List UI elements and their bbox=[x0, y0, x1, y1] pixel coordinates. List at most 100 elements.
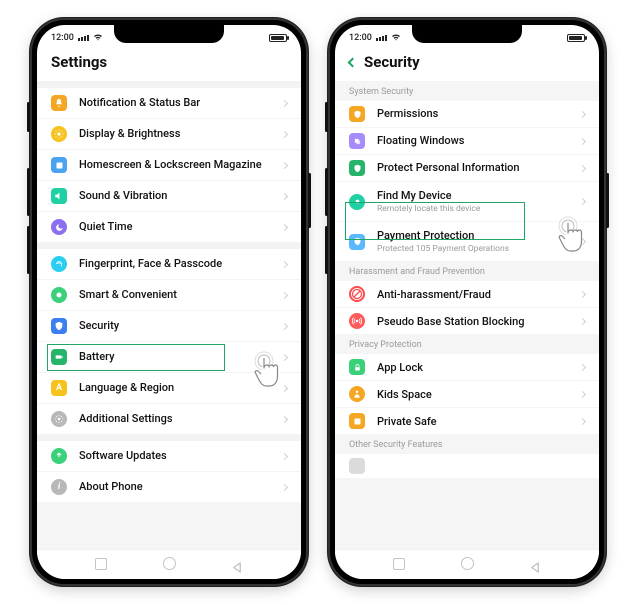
row-label: Kids Space bbox=[377, 388, 574, 401]
chevron-right-icon bbox=[281, 260, 288, 267]
chevron-right-icon bbox=[281, 161, 288, 168]
security-row-anti-harassment[interactable]: Anti-harassment/Fraud bbox=[335, 281, 599, 308]
block-icon bbox=[349, 286, 365, 302]
safe-icon bbox=[349, 413, 365, 429]
settings-row-fingerprint[interactable]: Fingerprint, Face & Passcode bbox=[37, 249, 301, 280]
chevron-right-icon bbox=[281, 192, 288, 199]
row-label: Permissions bbox=[377, 107, 574, 120]
moon-icon bbox=[51, 219, 67, 235]
row-label: Software Updates bbox=[79, 449, 276, 462]
security-row-app-lock[interactable]: App Lock bbox=[335, 354, 599, 381]
page-header: Security bbox=[335, 47, 599, 81]
security-row-partial[interactable] bbox=[335, 454, 599, 478]
wifi-icon bbox=[391, 33, 401, 44]
section-harassment: Harassment and Fraud Prevention bbox=[335, 261, 599, 281]
side-button bbox=[325, 102, 328, 132]
sound-icon bbox=[51, 188, 67, 204]
side-button bbox=[27, 168, 30, 216]
info-icon: i bbox=[51, 479, 67, 495]
settings-row-updates[interactable]: Software Updates bbox=[37, 441, 301, 472]
notch bbox=[412, 25, 522, 43]
signal-icon bbox=[78, 35, 89, 41]
shield-icon bbox=[349, 106, 365, 122]
gear-icon bbox=[51, 411, 67, 427]
row-sublabel: Remotely locate this device bbox=[377, 204, 574, 214]
security-row-payment[interactable]: Payment Protection Protected 105 Payment… bbox=[335, 222, 599, 261]
row-label: Fingerprint, Face & Passcode bbox=[79, 257, 276, 270]
section-privacy: Privacy Protection bbox=[335, 334, 599, 354]
settings-row-battery[interactable]: Battery bbox=[37, 342, 301, 373]
settings-row-smart[interactable]: Smart & Convenient bbox=[37, 280, 301, 311]
page-title: Settings bbox=[51, 53, 107, 71]
row-label: Display & Brightness bbox=[79, 127, 276, 140]
chevron-right-icon bbox=[281, 130, 288, 137]
placeholder-icon bbox=[349, 458, 365, 474]
nav-back-button[interactable] bbox=[530, 558, 541, 569]
nav-bar bbox=[37, 549, 301, 579]
notch bbox=[114, 25, 224, 43]
lock-icon bbox=[349, 359, 365, 375]
settings-row-homescreen[interactable]: Homescreen & Lockscreen Magazine bbox=[37, 150, 301, 181]
shield-icon bbox=[51, 318, 67, 334]
side-button bbox=[27, 226, 30, 274]
section-system-security: System Security bbox=[335, 81, 599, 101]
security-row-protect-info[interactable]: Protect Personal Information bbox=[335, 155, 599, 182]
chevron-right-icon bbox=[281, 291, 288, 298]
signal-icon bbox=[376, 35, 387, 41]
language-icon: A bbox=[51, 380, 67, 396]
nav-home-button[interactable] bbox=[461, 557, 474, 570]
security-row-kids-space[interactable]: Kids Space bbox=[335, 381, 599, 408]
settings-row-sound[interactable]: Sound & Vibration bbox=[37, 181, 301, 212]
section-other: Other Security Features bbox=[335, 434, 599, 454]
security-row-pseudo-base[interactable]: Pseudo Base Station Blocking bbox=[335, 308, 599, 334]
settings-row-language[interactable]: A Language & Region bbox=[37, 373, 301, 404]
nav-recent-button[interactable] bbox=[393, 558, 405, 570]
row-label: Notification & Status Bar bbox=[79, 96, 276, 109]
fingerprint-icon bbox=[51, 256, 67, 272]
shield-pay-icon bbox=[349, 234, 365, 250]
battery-icon bbox=[567, 34, 585, 42]
settings-row-additional[interactable]: Additional Settings bbox=[37, 404, 301, 434]
row-label: Floating Windows bbox=[377, 134, 574, 147]
nav-back-button[interactable] bbox=[232, 558, 243, 569]
home-icon bbox=[51, 157, 67, 173]
security-row-floating[interactable]: Floating Windows bbox=[335, 128, 599, 155]
settings-row-security[interactable]: Security bbox=[37, 311, 301, 342]
phone-settings: 12:00 Settings N bbox=[30, 18, 308, 586]
row-label: Protect Personal Information bbox=[377, 161, 574, 174]
chevron-right-icon bbox=[579, 238, 586, 245]
row-label: Battery bbox=[79, 350, 276, 363]
security-row-permissions[interactable]: Permissions bbox=[335, 101, 599, 128]
row-label: Find My Device bbox=[377, 189, 574, 202]
smart-icon bbox=[51, 287, 67, 303]
chevron-right-icon bbox=[281, 223, 288, 230]
row-label: Payment Protection bbox=[377, 229, 574, 242]
antenna-icon bbox=[349, 313, 365, 329]
side-button bbox=[325, 226, 328, 274]
nav-home-button[interactable] bbox=[163, 557, 176, 570]
row-label: Sound & Vibration bbox=[79, 189, 276, 202]
chevron-right-icon bbox=[281, 353, 288, 360]
settings-row-quiet[interactable]: Quiet Time bbox=[37, 212, 301, 242]
bell-icon bbox=[51, 95, 67, 111]
back-button[interactable] bbox=[348, 57, 358, 67]
chevron-right-icon bbox=[281, 322, 288, 329]
security-row-private-safe[interactable]: Private Safe bbox=[335, 408, 599, 434]
row-label: App Lock bbox=[377, 361, 574, 374]
phone-security: 12:00 Security System Security bbox=[328, 18, 606, 586]
settings-row-display[interactable]: Display & Brightness bbox=[37, 119, 301, 150]
nav-recent-button[interactable] bbox=[95, 558, 107, 570]
settings-row-notification[interactable]: Notification & Status Bar bbox=[37, 88, 301, 119]
security-row-find-device[interactable]: Find My Device Remotely locate this devi… bbox=[335, 182, 599, 222]
page-header: Settings bbox=[37, 47, 301, 81]
wifi-icon bbox=[93, 33, 103, 44]
shield-check-icon bbox=[349, 160, 365, 176]
settings-row-about[interactable]: i About Phone bbox=[37, 472, 301, 502]
row-label: Security bbox=[79, 319, 276, 332]
battery-icon bbox=[51, 349, 67, 365]
nav-bar bbox=[335, 549, 599, 579]
row-sublabel: Protected 105 Payment Operations bbox=[377, 244, 574, 254]
chevron-right-icon bbox=[579, 291, 586, 298]
chevron-right-icon bbox=[281, 384, 288, 391]
status-time: 12:00 bbox=[51, 33, 74, 43]
